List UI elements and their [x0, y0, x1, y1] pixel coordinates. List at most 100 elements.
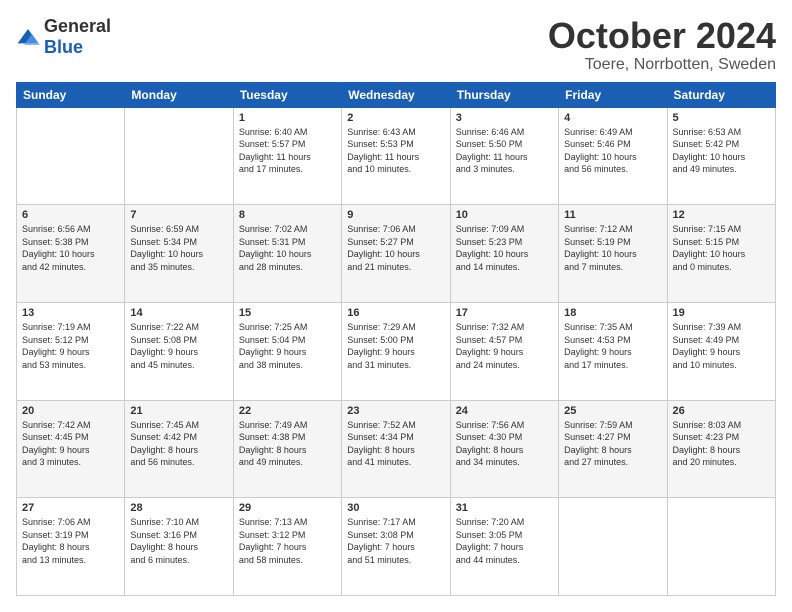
calendar-cell: 25 Sunrise: 7:59 AM Sunset: 4:27 PM Dayli… — [559, 400, 667, 498]
calendar-cell: 30Sunrise: 7:17 AM Sunset: 3:08 PM Dayli… — [342, 498, 450, 596]
weekday-header-sunday: Sunday — [17, 82, 125, 107]
weekday-header-saturday: Saturday — [667, 82, 775, 107]
day-number: 3 — [456, 112, 553, 124]
day-number: 22 — [239, 405, 336, 417]
day-info: Sunrise: 6:53 AM Sunset: 5:42 PM Dayligh… — [673, 126, 770, 176]
day-number: 4 — [564, 112, 661, 124]
calendar-week-2: 6Sunrise: 6:56 AM Sunset: 5:38 PM Daylig… — [17, 205, 776, 303]
calendar-cell — [559, 498, 667, 596]
day-info: Sunrise: 7:45 AM Sunset: 4:42 PM Dayligh… — [130, 419, 227, 469]
day-info: Sunrise: 7:13 AM Sunset: 3:12 PM Dayligh… — [239, 516, 336, 566]
day-number: 11 — [564, 209, 661, 221]
month-title: October 2024 — [548, 16, 776, 56]
day-number: 27 — [22, 502, 119, 514]
day-number: 7 — [130, 209, 227, 221]
calendar-cell: 2Sunrise: 6:43 AM Sunset: 5:53 PM Daylig… — [342, 107, 450, 205]
calendar-cell: 5 Sunrise: 6:53 AM Sunset: 5:42 PM Daylig… — [667, 107, 775, 205]
day-number: 16 — [347, 307, 444, 319]
weekday-header-monday: Monday — [125, 82, 233, 107]
day-info: Sunrise: 7:56 AM Sunset: 4:30 PM Dayligh… — [456, 419, 553, 469]
calendar-cell: 1 Sunrise: 6:40 AM Sunset: 5:57 PM Daylig… — [233, 107, 341, 205]
calendar-cell: 4Sunrise: 6:49 AM Sunset: 5:46 PM Daylig… — [559, 107, 667, 205]
page-header: General Blue October 2024 Toere, Norrbot… — [16, 16, 776, 74]
day-info: Sunrise: 7:42 AM Sunset: 4:45 PM Dayligh… — [22, 419, 119, 469]
day-number: 19 — [673, 307, 770, 319]
logo-text: General Blue — [44, 16, 111, 58]
day-number: 28 — [130, 502, 227, 514]
day-number: 10 — [456, 209, 553, 221]
calendar-cell: 7 Sunrise: 6:59 AM Sunset: 5:34 PM Daylig… — [125, 205, 233, 303]
day-info: Sunrise: 7:19 AM Sunset: 5:12 PM Dayligh… — [22, 321, 119, 371]
calendar-cell: 21 Sunrise: 7:45 AM Sunset: 4:42 PM Dayli… — [125, 400, 233, 498]
day-number: 20 — [22, 405, 119, 417]
day-info: Sunrise: 6:40 AM Sunset: 5:57 PM Dayligh… — [239, 126, 336, 176]
calendar-cell: 3 Sunrise: 6:46 AM Sunset: 5:50 PM Daylig… — [450, 107, 558, 205]
calendar-cell: 18Sunrise: 7:35 AM Sunset: 4:53 PM Dayli… — [559, 302, 667, 400]
day-number: 29 — [239, 502, 336, 514]
day-number: 15 — [239, 307, 336, 319]
calendar-cell: 14 Sunrise: 7:22 AM Sunset: 5:08 PM Dayli… — [125, 302, 233, 400]
calendar-page: General Blue October 2024 Toere, Norrbot… — [0, 0, 792, 612]
day-number: 17 — [456, 307, 553, 319]
location-title: Toere, Norrbotten, Sweden — [548, 56, 776, 74]
weekday-header-row: SundayMondayTuesdayWednesdayThursdayFrid… — [17, 82, 776, 107]
day-number: 24 — [456, 405, 553, 417]
day-number: 30 — [347, 502, 444, 514]
day-info: Sunrise: 7:09 AM Sunset: 5:23 PM Dayligh… — [456, 223, 553, 273]
weekday-header-friday: Friday — [559, 82, 667, 107]
calendar-cell: 6Sunrise: 6:56 AM Sunset: 5:38 PM Daylig… — [17, 205, 125, 303]
day-info: Sunrise: 7:52 AM Sunset: 4:34 PM Dayligh… — [347, 419, 444, 469]
calendar-week-4: 20 Sunrise: 7:42 AM Sunset: 4:45 PM Dayli… — [17, 400, 776, 498]
day-info: Sunrise: 7:22 AM Sunset: 5:08 PM Dayligh… — [130, 321, 227, 371]
day-number: 14 — [130, 307, 227, 319]
calendar-cell: 11Sunrise: 7:12 AM Sunset: 5:19 PM Dayli… — [559, 205, 667, 303]
day-number: 9 — [347, 209, 444, 221]
calendar-cell: 8 Sunrise: 7:02 AM Sunset: 5:31 PM Daylig… — [233, 205, 341, 303]
day-info: Sunrise: 7:59 AM Sunset: 4:27 PM Dayligh… — [564, 419, 661, 469]
calendar-cell: 22 Sunrise: 7:49 AM Sunset: 4:38 PM Dayli… — [233, 400, 341, 498]
day-info: Sunrise: 7:15 AM Sunset: 5:15 PM Dayligh… — [673, 223, 770, 273]
day-info: Sunrise: 7:49 AM Sunset: 4:38 PM Dayligh… — [239, 419, 336, 469]
day-number: 5 — [673, 112, 770, 124]
day-number: 31 — [456, 502, 553, 514]
calendar-cell: 15Sunrise: 7:25 AM Sunset: 5:04 PM Dayli… — [233, 302, 341, 400]
logo-blue: Blue — [44, 37, 83, 57]
calendar-cell: 27Sunrise: 7:06 AM Sunset: 3:19 PM Dayli… — [17, 498, 125, 596]
day-info: Sunrise: 7:29 AM Sunset: 5:00 PM Dayligh… — [347, 321, 444, 371]
calendar-cell: 19Sunrise: 7:39 AM Sunset: 4:49 PM Dayli… — [667, 302, 775, 400]
calendar-cell — [17, 107, 125, 205]
weekday-header-tuesday: Tuesday — [233, 82, 341, 107]
day-number: 26 — [673, 405, 770, 417]
day-info: Sunrise: 6:43 AM Sunset: 5:53 PM Dayligh… — [347, 126, 444, 176]
title-block: October 2024 Toere, Norrbotten, Sweden — [548, 16, 776, 74]
calendar-cell: 12 Sunrise: 7:15 AM Sunset: 5:15 PM Dayli… — [667, 205, 775, 303]
day-info: Sunrise: 7:06 AM Sunset: 5:27 PM Dayligh… — [347, 223, 444, 273]
day-number: 12 — [673, 209, 770, 221]
calendar-cell: 17 Sunrise: 7:32 AM Sunset: 4:57 PM Dayli… — [450, 302, 558, 400]
day-number: 8 — [239, 209, 336, 221]
calendar-table: SundayMondayTuesdayWednesdayThursdayFrid… — [16, 82, 776, 596]
day-info: Sunrise: 7:02 AM Sunset: 5:31 PM Dayligh… — [239, 223, 336, 273]
day-number: 18 — [564, 307, 661, 319]
day-info: Sunrise: 6:46 AM Sunset: 5:50 PM Dayligh… — [456, 126, 553, 176]
calendar-week-1: 1 Sunrise: 6:40 AM Sunset: 5:57 PM Daylig… — [17, 107, 776, 205]
day-number: 6 — [22, 209, 119, 221]
day-info: Sunrise: 7:32 AM Sunset: 4:57 PM Dayligh… — [456, 321, 553, 371]
calendar-week-5: 27Sunrise: 7:06 AM Sunset: 3:19 PM Dayli… — [17, 498, 776, 596]
day-number: 21 — [130, 405, 227, 417]
calendar-cell: 10 Sunrise: 7:09 AM Sunset: 5:23 PM Dayli… — [450, 205, 558, 303]
calendar-cell: 28Sunrise: 7:10 AM Sunset: 3:16 PM Dayli… — [125, 498, 233, 596]
calendar-cell: 16 Sunrise: 7:29 AM Sunset: 5:00 PM Dayli… — [342, 302, 450, 400]
day-number: 25 — [564, 405, 661, 417]
weekday-header-thursday: Thursday — [450, 82, 558, 107]
calendar-cell: 20 Sunrise: 7:42 AM Sunset: 4:45 PM Dayli… — [17, 400, 125, 498]
calendar-cell: 24 Sunrise: 7:56 AM Sunset: 4:30 PM Dayli… — [450, 400, 558, 498]
day-number: 1 — [239, 112, 336, 124]
calendar-week-3: 13Sunrise: 7:19 AM Sunset: 5:12 PM Dayli… — [17, 302, 776, 400]
logo-general: General — [44, 16, 111, 36]
calendar-cell — [125, 107, 233, 205]
calendar-cell: 31Sunrise: 7:20 AM Sunset: 3:05 PM Dayli… — [450, 498, 558, 596]
logo-icon — [16, 27, 40, 47]
day-number: 23 — [347, 405, 444, 417]
day-info: Sunrise: 6:59 AM Sunset: 5:34 PM Dayligh… — [130, 223, 227, 273]
